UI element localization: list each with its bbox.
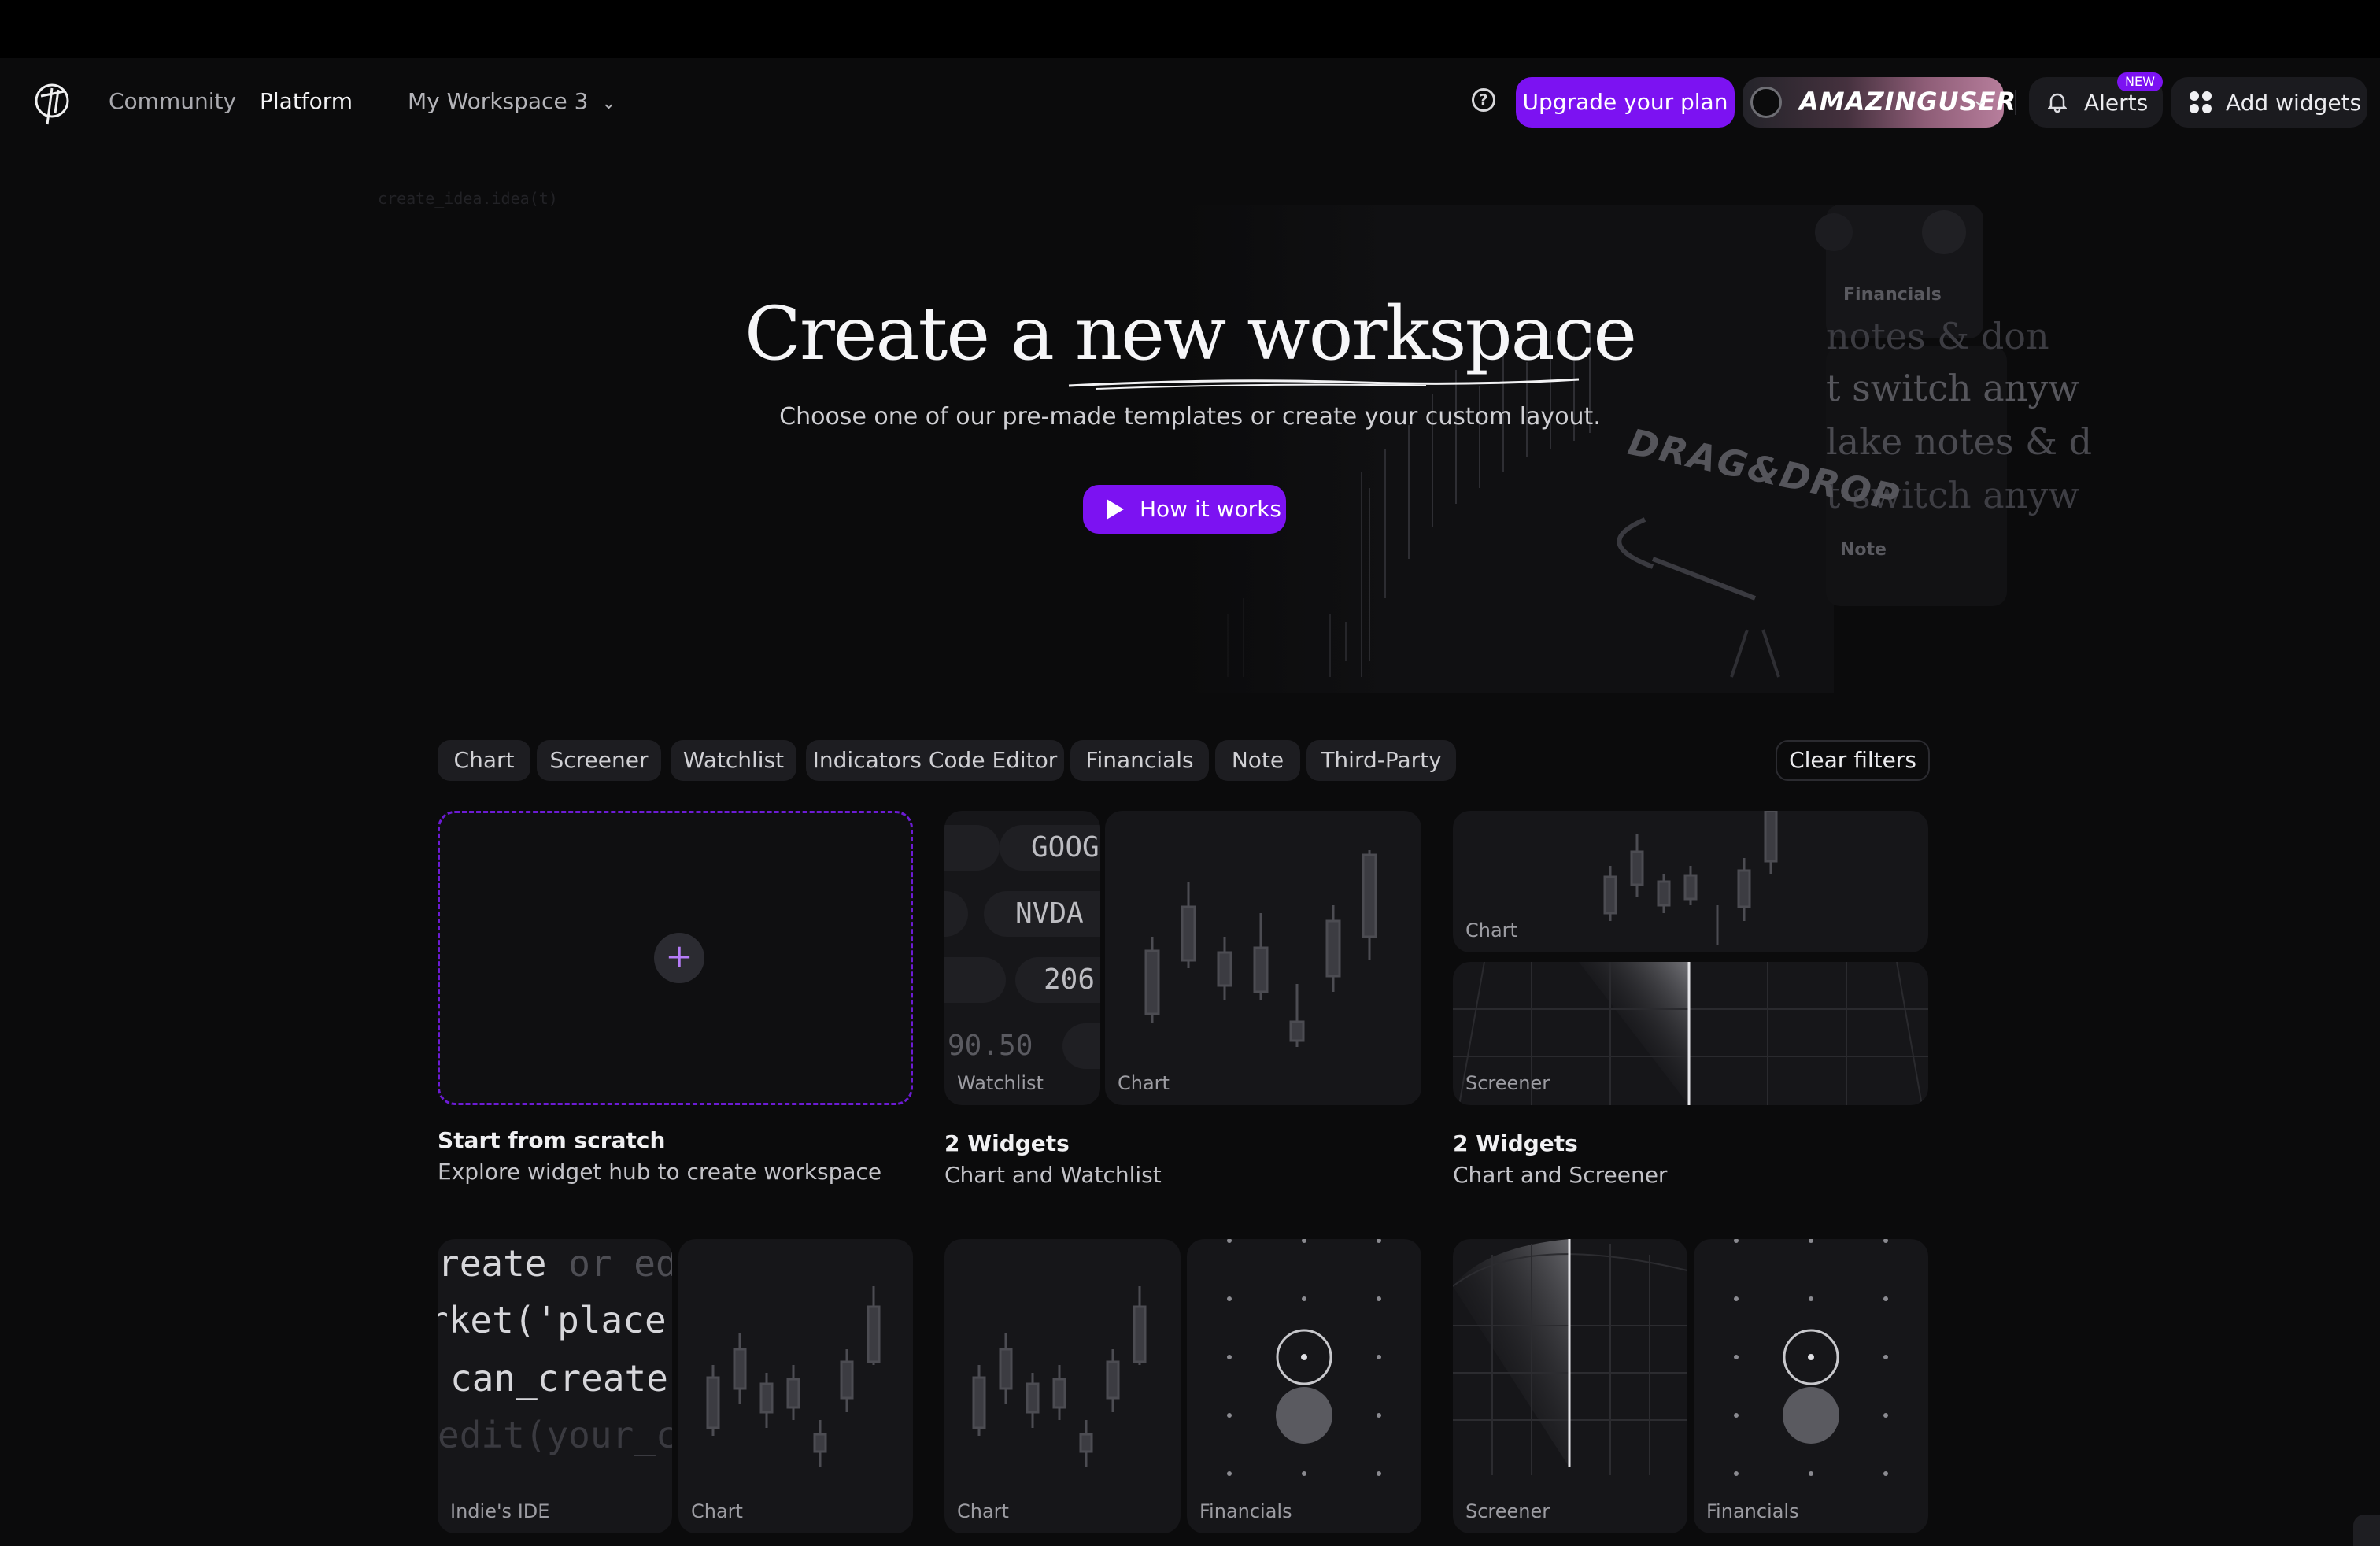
filter-chip-watchlist[interactable]: Watchlist bbox=[671, 740, 796, 781]
code-line: edit(your_c bbox=[438, 1414, 672, 1456]
divider bbox=[2015, 90, 2016, 115]
widget-label: Chart bbox=[1118, 1072, 1170, 1094]
screener-grid-icon bbox=[1453, 1239, 1687, 1475]
filter-chip-chart[interactable]: Chart bbox=[438, 740, 530, 781]
help-icon[interactable]: ? bbox=[1472, 88, 1495, 112]
widget-label: Chart bbox=[691, 1500, 743, 1522]
template-description: Explore widget hub to create workspace bbox=[438, 1159, 882, 1185]
candlestick-chart-icon bbox=[1603, 811, 1778, 945]
ticker-price: 206. bbox=[1015, 957, 1100, 1003]
template-description: Chart and Watchlist bbox=[944, 1162, 1162, 1188]
template-preview-chart[interactable]: Chart bbox=[944, 1239, 1181, 1533]
financials-dots-icon bbox=[1734, 1239, 1888, 1476]
bg-code-text: create_idea.idea(t) bbox=[378, 189, 558, 208]
candlestick-chart-icon bbox=[1144, 850, 1377, 1047]
top-navigation: Community Platform My Workspace 3 ⌄ ? Up… bbox=[0, 58, 2380, 146]
clear-filters-button[interactable]: Clear filters bbox=[1776, 740, 1930, 781]
ticker-goog: GOOG bbox=[1000, 825, 1100, 871]
widgets-grid-icon bbox=[2190, 91, 2212, 113]
widget-label: Watchlist bbox=[957, 1072, 1044, 1094]
widget-label: Chart bbox=[1465, 919, 1517, 941]
template-title: 2 Widgets bbox=[1453, 1130, 1578, 1156]
template-preview-screener[interactable]: Screener bbox=[1453, 962, 1928, 1105]
nav-platform[interactable]: Platform bbox=[260, 88, 353, 114]
template-preview-watchlist[interactable]: GOOG NVDA 206. 90.50 Watchlist bbox=[944, 811, 1100, 1105]
scroll-handle[interactable] bbox=[2353, 1515, 2380, 1546]
code-line: rket('place bbox=[438, 1299, 667, 1341]
filter-chip-indicators-code-editor[interactable]: Indicators Code Editor bbox=[806, 740, 1064, 781]
how-it-works-label: How it works bbox=[1140, 496, 1281, 522]
candlestick-chart-icon bbox=[706, 1286, 881, 1467]
widget-label: Financials bbox=[1706, 1500, 1799, 1522]
code-line: reate bbox=[438, 1242, 547, 1285]
add-widgets-label: Add widgets bbox=[2226, 90, 2362, 116]
how-it-works-button[interactable]: How it works bbox=[1083, 485, 1286, 534]
play-icon bbox=[1107, 499, 1124, 520]
ticker-nvda: NVDA bbox=[984, 891, 1100, 937]
bg-note-label: Note bbox=[1840, 540, 1887, 560]
filter-chip-financials[interactable]: Financials bbox=[1070, 740, 1209, 781]
financials-dots-icon bbox=[1227, 1239, 1381, 1476]
new-badge: NEW bbox=[2117, 72, 2163, 91]
add-widgets-button[interactable]: Add widgets bbox=[2171, 77, 2367, 128]
template-preview-ide[interactable]: reate or ed rket('place can_create edit(… bbox=[438, 1239, 672, 1533]
widget-label: Screener bbox=[1465, 1072, 1550, 1094]
template-preview-chart[interactable]: Chart bbox=[1453, 811, 1928, 952]
template-start-from-scratch[interactable]: + bbox=[438, 811, 913, 1105]
chevron-down-icon: ⌄ bbox=[601, 94, 616, 113]
template-preview-chart[interactable]: Chart bbox=[1105, 811, 1421, 1105]
widget-label: Indie's IDE bbox=[450, 1500, 550, 1522]
template-preview-financials[interactable]: Financials bbox=[1187, 1239, 1421, 1533]
filter-chip-screener[interactable]: Screener bbox=[537, 740, 661, 781]
ticker-price: 90.50 bbox=[948, 1030, 1033, 1062]
template-title: 2 Widgets bbox=[944, 1130, 1070, 1156]
avatar bbox=[1750, 87, 1782, 118]
filter-chip-third-party[interactable]: Third-Party bbox=[1306, 740, 1456, 781]
upgrade-plan-button[interactable]: Upgrade your plan bbox=[1516, 77, 1735, 128]
template-title: Start from scratch bbox=[438, 1127, 666, 1153]
browser-top-bar bbox=[0, 0, 2380, 58]
code-line: can_create bbox=[450, 1357, 668, 1400]
bell-icon bbox=[2048, 93, 2067, 113]
template-preview-financials[interactable]: Financials bbox=[1694, 1239, 1928, 1533]
workspace-selector[interactable]: My Workspace 3 ⌄ bbox=[408, 88, 616, 114]
page-subtitle: Choose one of our pre-made templates or … bbox=[779, 403, 1601, 431]
code-line: or ed bbox=[568, 1242, 672, 1285]
logo-icon[interactable] bbox=[28, 77, 79, 128]
chevron-down-icon: ⌄ bbox=[1972, 91, 1986, 110]
page-title: Create a new workspace bbox=[745, 291, 1637, 377]
nav-community[interactable]: Community bbox=[109, 88, 236, 114]
alerts-label: Alerts bbox=[2084, 90, 2149, 116]
widget-label: Financials bbox=[1199, 1500, 1292, 1522]
candlestick-chart-icon bbox=[972, 1286, 1147, 1467]
workspace-name: My Workspace 3 bbox=[408, 88, 589, 114]
plus-icon: + bbox=[654, 933, 704, 983]
title-underline-decoration bbox=[1068, 378, 1580, 390]
template-preview-screener[interactable]: Screener bbox=[1453, 1239, 1687, 1533]
template-preview-chart[interactable]: Chart bbox=[678, 1239, 913, 1533]
template-description: Chart and Screener bbox=[1453, 1162, 1668, 1188]
hero-background-collage: Financials notes & don t switch anyw lak… bbox=[378, 189, 2092, 693]
widget-label: Chart bbox=[957, 1500, 1009, 1522]
widget-label: Screener bbox=[1465, 1500, 1550, 1522]
filter-chip-note[interactable]: Note bbox=[1215, 740, 1300, 781]
user-menu[interactable]: AMAZINGUSER ⌄ bbox=[1743, 77, 2016, 128]
